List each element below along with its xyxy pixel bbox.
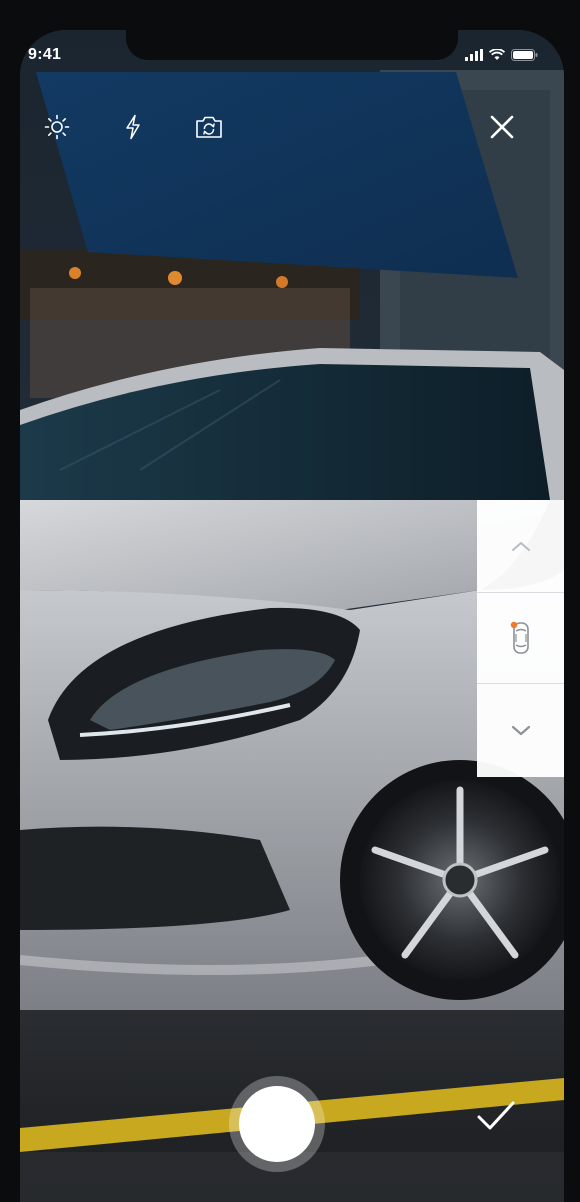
confirm-button[interactable] <box>474 1094 518 1138</box>
battery-icon <box>511 49 538 61</box>
flash-button[interactable] <box>116 110 150 144</box>
status-time: 9:41 <box>28 46 62 63</box>
close-icon <box>490 115 514 139</box>
device-notch <box>126 30 458 60</box>
cellular-signal-icon <box>465 49 483 61</box>
previous-angle-button[interactable] <box>477 500 564 592</box>
camera-screen: 9:41 <box>20 30 564 1202</box>
close-button[interactable] <box>485 110 519 144</box>
brightness-button[interactable] <box>40 110 74 144</box>
shutter-inner <box>239 1086 315 1162</box>
chevron-up-icon <box>511 542 530 551</box>
chevron-down-icon <box>511 725 530 735</box>
flash-icon <box>126 114 140 140</box>
checkmark-icon <box>477 1101 515 1130</box>
camera-toolbar <box>20 110 564 144</box>
brightness-icon <box>44 114 70 140</box>
angle-selector <box>477 500 564 777</box>
current-angle-button[interactable] <box>477 593 564 683</box>
status-icons <box>465 48 538 62</box>
next-angle-button[interactable] <box>477 684 564 777</box>
shutter-button[interactable] <box>229 1076 325 1172</box>
switch-camera-icon <box>196 116 222 138</box>
wifi-icon <box>489 49 505 60</box>
car-top-view-icon <box>510 621 529 654</box>
phone-frame: 9:41 <box>0 0 580 1202</box>
switch-camera-button[interactable] <box>192 110 226 144</box>
status-bar: 9:41 <box>20 30 564 86</box>
